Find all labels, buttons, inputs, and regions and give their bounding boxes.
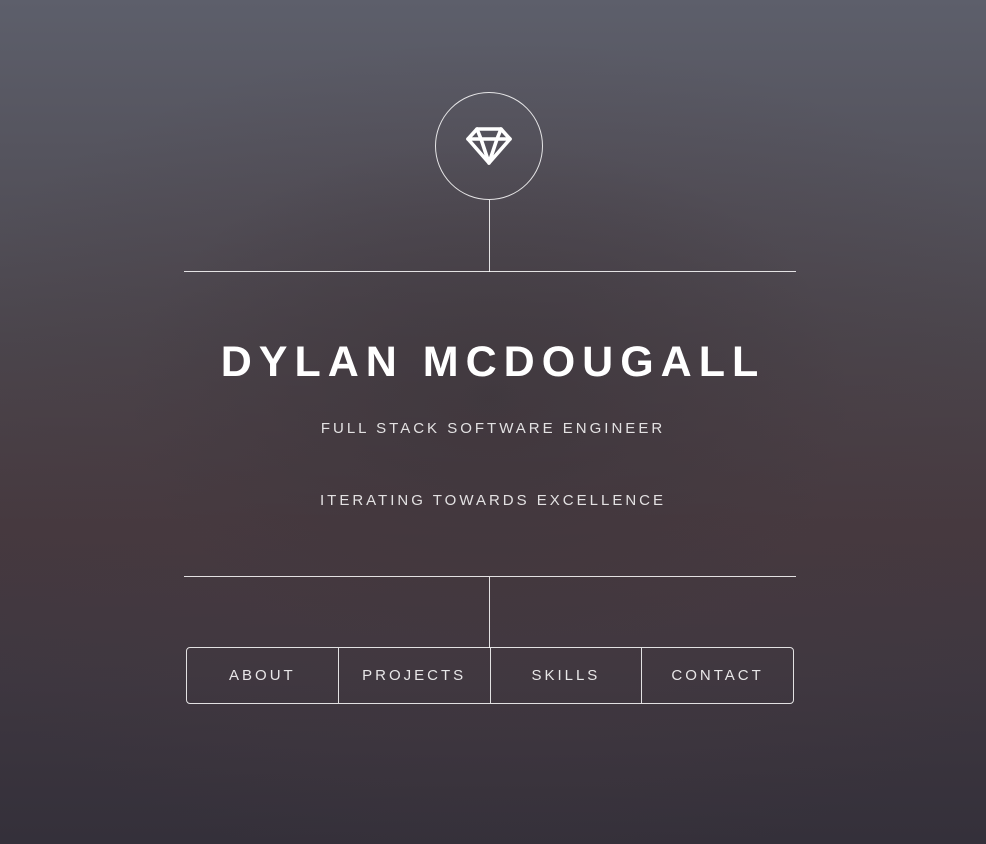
divider-bottom	[184, 576, 796, 577]
nav-about-button[interactable]: ABOUT	[187, 648, 338, 703]
nav-contact-button[interactable]: CONTACT	[641, 648, 793, 703]
connector-line-top	[489, 200, 490, 272]
page-title: DYLAN MCDOUGALL	[220, 338, 766, 386]
nav-projects-button[interactable]: PROJECTS	[337, 648, 490, 703]
tagline: ITERATING TOWARDS EXCELLENCE	[320, 492, 666, 509]
connector-line-bottom	[489, 577, 490, 648]
role-subtitle: FULL STACK SOFTWARE ENGINEER	[320, 420, 666, 437]
nav-skills-button[interactable]: SKILLS	[489, 648, 642, 703]
diamond-icon	[466, 126, 512, 166]
emblem-circle	[435, 92, 543, 200]
divider-top	[184, 271, 796, 272]
main-nav: ABOUT PROJECTS SKILLS CONTACT	[186, 647, 794, 704]
